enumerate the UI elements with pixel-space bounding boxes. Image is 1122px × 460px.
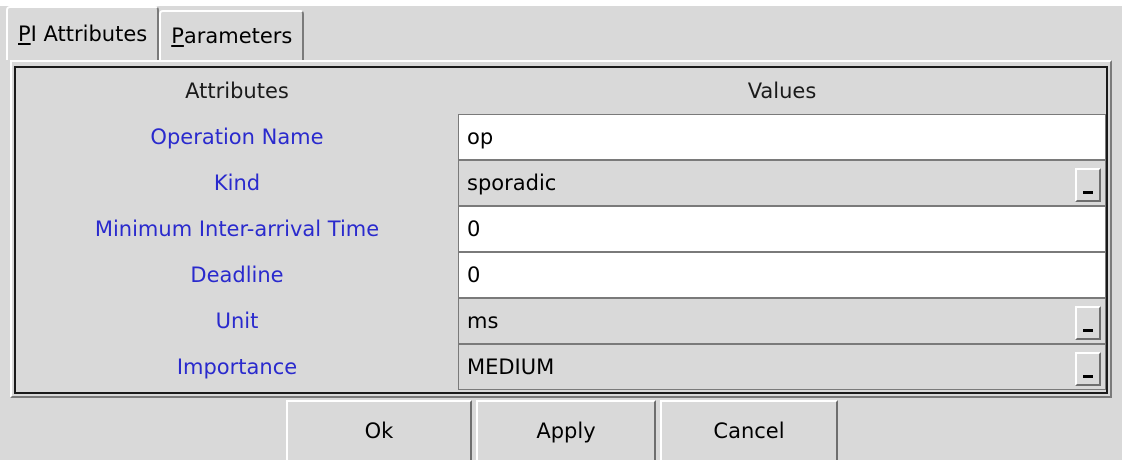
attribute-label: Operation Name (150, 125, 324, 149)
apply-button[interactable]: Apply (476, 400, 656, 460)
min-interarrival-time-field[interactable]: 0 (458, 206, 1106, 252)
cancel-button[interactable]: Cancel (660, 400, 838, 460)
dropdown-value: MEDIUM (467, 355, 555, 379)
importance-dropdown[interactable]: MEDIUM (458, 344, 1106, 390)
attribute-label: Deadline (190, 263, 284, 287)
attributes-panel: Attributes Values Operation Name op Kind… (10, 60, 1112, 398)
tab-pi-attributes[interactable]: PI Attributes (6, 6, 160, 60)
attribute-label: Importance (176, 355, 298, 379)
table-row-unit: Unit ms (16, 298, 1106, 344)
table-row-min-interarrival: Minimum Inter-arrival Time 0 (16, 206, 1106, 252)
dropdown-value: sporadic (467, 171, 557, 195)
column-header-values: Values (747, 79, 817, 103)
tab-mnemonic: P (18, 22, 31, 46)
table-row-deadline: Deadline 0 (16, 252, 1106, 298)
tab-bar: PI Attributes Parameters (6, 6, 305, 60)
operation-name-field[interactable]: op (458, 114, 1106, 160)
deadline-field[interactable]: 0 (458, 252, 1106, 298)
unit-dropdown[interactable]: ms (458, 298, 1106, 344)
dropdown-arrow-icon[interactable] (1075, 352, 1101, 386)
dropdown-arrow-icon[interactable] (1075, 168, 1101, 202)
dropdown-value: ms (467, 309, 499, 333)
ok-button[interactable]: Ok (286, 400, 472, 460)
table-row-importance: Importance MEDIUM (16, 344, 1106, 390)
dropdown-arrow-icon[interactable] (1075, 306, 1101, 340)
button-bar: Ok Apply Cancel (0, 400, 1122, 460)
tab-parameters[interactable]: Parameters (159, 10, 305, 60)
tab-label: arameters (183, 24, 293, 48)
field-value: 0 (467, 263, 481, 287)
attribute-label: Unit (215, 309, 259, 333)
tab-label: I Attributes (30, 22, 148, 46)
kind-dropdown[interactable]: sporadic (458, 160, 1106, 206)
attribute-label: Minimum Inter-arrival Time (94, 217, 380, 241)
column-header-attributes: Attributes (185, 79, 289, 103)
tab-mnemonic: P (171, 24, 184, 48)
attributes-table: Attributes Values Operation Name op Kind… (14, 66, 1108, 394)
field-value: op (467, 125, 494, 149)
field-value: 0 (467, 217, 481, 241)
attribute-label: Kind (213, 171, 261, 195)
table-row-operation-name: Operation Name op (16, 114, 1106, 160)
table-row-kind: Kind sporadic (16, 160, 1106, 206)
